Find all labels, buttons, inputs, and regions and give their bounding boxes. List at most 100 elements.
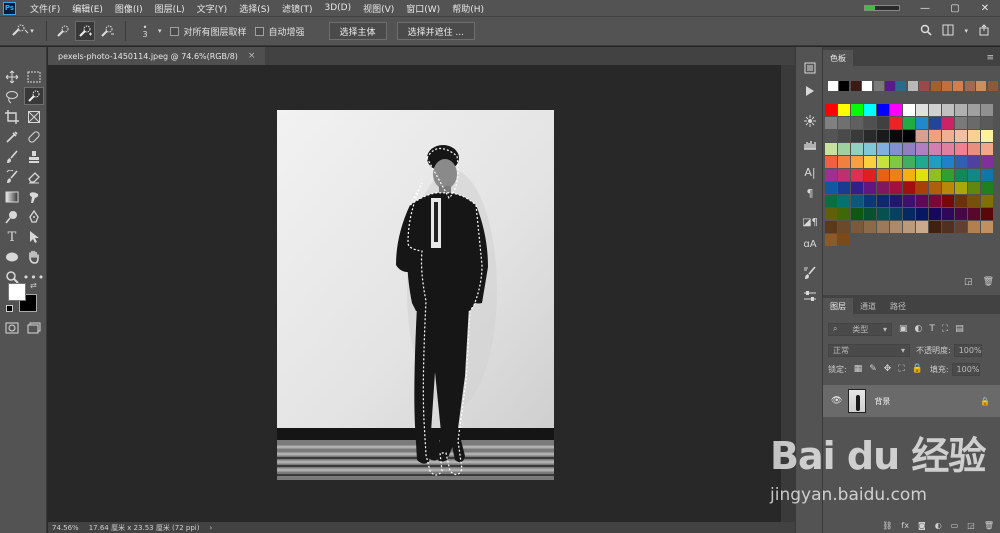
swatch[interactable] (825, 208, 837, 220)
status-menu-arrow-icon[interactable]: › (209, 524, 212, 532)
menu-help[interactable]: 帮助(H) (446, 2, 490, 15)
swatch[interactable] (916, 130, 928, 142)
select-and-mask-button[interactable]: 选择并遮住 ... (396, 22, 476, 40)
shape-filter-icon[interactable]: ⛶ (942, 324, 948, 334)
eraser-tool-icon[interactable] (24, 168, 44, 186)
swatch[interactable] (968, 156, 980, 168)
swatch[interactable] (981, 104, 993, 116)
swatch[interactable] (942, 221, 954, 233)
close-window-button[interactable]: ✕ (970, 3, 1000, 14)
swatch[interactable] (850, 81, 861, 91)
swatch[interactable] (903, 208, 915, 220)
swatch[interactable] (981, 221, 993, 233)
swatch[interactable] (864, 195, 876, 207)
swatch[interactable] (851, 156, 863, 168)
swatch[interactable] (955, 117, 967, 129)
path-selection-tool-icon[interactable] (24, 228, 44, 246)
swatch[interactable] (930, 81, 941, 91)
add-to-selection-icon[interactable] (75, 21, 95, 41)
swatch[interactable] (968, 182, 980, 194)
zoom-level[interactable]: 74.56% (52, 524, 79, 532)
swatch[interactable] (851, 130, 863, 142)
delete-layer-icon[interactable]: 🗑 (984, 521, 994, 530)
swatch[interactable] (825, 156, 837, 168)
swatch[interactable] (981, 195, 993, 207)
menu-3d[interactable]: 3D(D) (318, 3, 357, 13)
swatch[interactable] (903, 104, 915, 116)
swatch[interactable] (929, 169, 941, 181)
quick-selection-tool-icon[interactable] (24, 87, 44, 105)
swatch[interactable] (896, 81, 907, 91)
swatch[interactable] (955, 104, 967, 116)
chevron-down-icon[interactable]: ▾ (964, 27, 968, 35)
swatch[interactable] (825, 169, 837, 181)
swatch[interactable] (877, 143, 889, 155)
swatch[interactable] (953, 81, 964, 91)
menu-image[interactable]: 图像(I) (109, 2, 149, 15)
layer-kind-filter[interactable]: ⌕ 类型 ▾ (828, 322, 892, 336)
paragraph-styles-icon[interactable]: ◪¶ (800, 213, 820, 231)
delete-swatch-icon[interactable]: 🗑 (983, 277, 994, 287)
swatch[interactable] (968, 130, 980, 142)
search-icon[interactable] (920, 24, 933, 39)
swatch[interactable] (862, 81, 873, 91)
swatch[interactable] (929, 208, 941, 220)
swatch[interactable] (981, 182, 993, 194)
swatch[interactable] (916, 169, 928, 181)
swatch[interactable] (890, 221, 902, 233)
swatch[interactable] (851, 182, 863, 194)
swatch[interactable] (916, 156, 928, 168)
opacity-input[interactable]: 100% (953, 343, 982, 357)
swatch[interactable] (919, 81, 930, 91)
smudge-tool-icon[interactable] (24, 188, 44, 206)
pixel-filter-icon[interactable]: ▣ (899, 324, 908, 334)
swatch[interactable] (864, 156, 876, 168)
swatch[interactable] (851, 117, 863, 129)
swatch[interactable] (903, 130, 915, 142)
brush-tool-icon[interactable] (2, 148, 22, 166)
properties-icon[interactable] (800, 287, 820, 305)
swatch[interactable] (968, 221, 980, 233)
type-filter-icon[interactable]: T (929, 324, 935, 334)
swatch[interactable] (929, 221, 941, 233)
brush-settings-icon[interactable] (800, 264, 820, 282)
swatch[interactable] (981, 130, 993, 142)
swatch[interactable] (838, 117, 850, 129)
swatch[interactable] (839, 81, 850, 91)
swatch[interactable] (955, 221, 967, 233)
foreground-color-swatch[interactable] (8, 283, 26, 301)
lock-artboard-icon[interactable]: ⛶ (898, 364, 904, 374)
swatch[interactable] (916, 221, 928, 233)
swatch[interactable] (916, 195, 928, 207)
swatch[interactable] (955, 195, 967, 207)
character-panel-icon[interactable]: A| (800, 163, 820, 181)
swatch[interactable] (968, 208, 980, 220)
swatch[interactable] (838, 169, 850, 181)
maximize-button[interactable]: ▢ (940, 3, 970, 14)
swatch[interactable] (851, 143, 863, 155)
menu-view[interactable]: 视图(V) (357, 2, 400, 15)
paragraph-panel-icon[interactable]: ¶ (800, 184, 820, 202)
swatch[interactable] (851, 208, 863, 220)
swatch[interactable] (929, 195, 941, 207)
swatch[interactable] (903, 156, 915, 168)
swatch[interactable] (916, 182, 928, 194)
swatch[interactable] (877, 117, 889, 129)
panel-menu-icon[interactable]: ≡ (986, 53, 994, 63)
swatch[interactable] (890, 182, 902, 194)
swatch[interactable] (903, 182, 915, 194)
swatch[interactable] (942, 195, 954, 207)
clone-stamp-tool-icon[interactable] (24, 148, 44, 166)
new-layer-icon[interactable]: ◲ (967, 521, 975, 530)
swatch[interactable] (916, 143, 928, 155)
swatch[interactable] (838, 221, 850, 233)
swatch[interactable] (942, 104, 954, 116)
default-colors-icon[interactable] (6, 305, 13, 312)
menu-type[interactable]: 文字(Y) (191, 2, 234, 15)
quick-mask-icon[interactable] (2, 319, 22, 337)
libraries-icon[interactable] (800, 135, 820, 153)
ellipse-tool-icon[interactable] (2, 248, 22, 266)
lock-position-icon[interactable]: ✥ (884, 364, 892, 374)
adjustments-icon[interactable] (800, 112, 820, 130)
swatch[interactable] (890, 104, 902, 116)
